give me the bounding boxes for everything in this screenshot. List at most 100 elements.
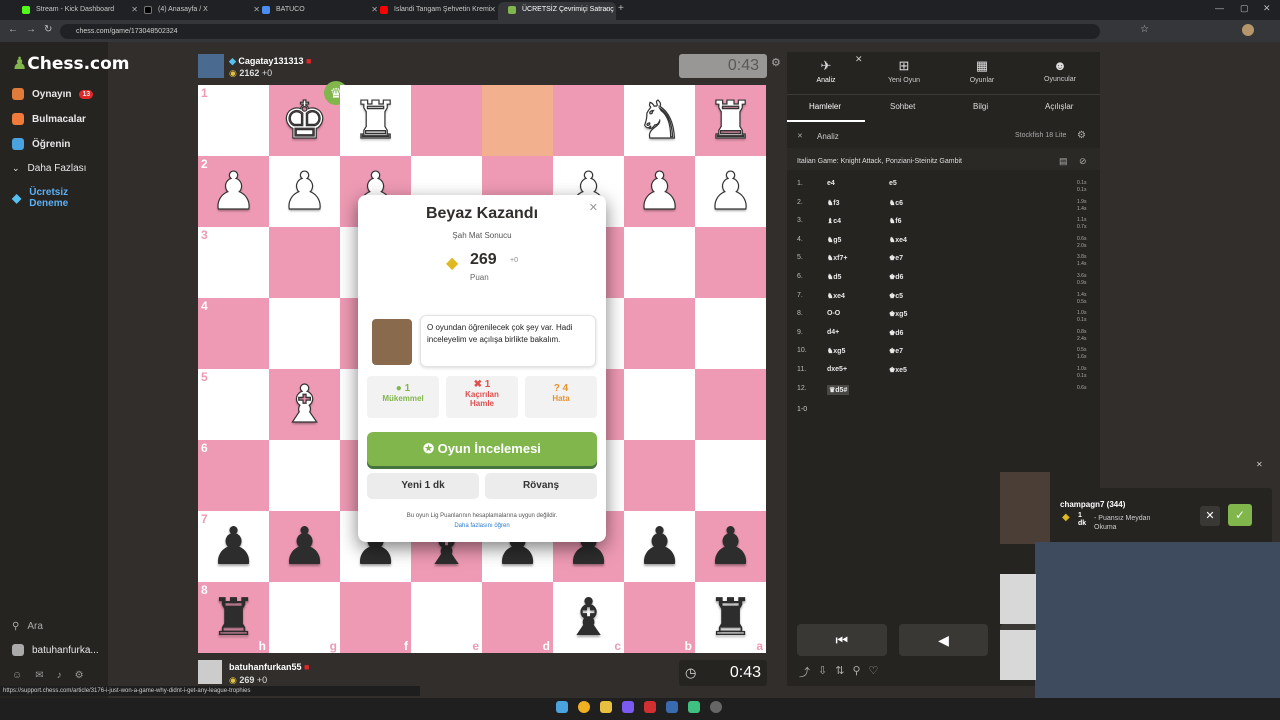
square[interactable]: e [411,582,482,653]
square[interactable]: 5 [198,369,269,440]
rematch-button[interactable]: Rövanş [485,473,597,499]
black-rook-icon[interactable]: ♜ [707,592,754,644]
white-move[interactable]: e4 [827,180,835,187]
url-input[interactable]: chess.com/game/173048502324 [60,24,1100,39]
obs-icon[interactable] [710,701,722,713]
sidebar-search[interactable]: ⚲ Ara [12,621,43,632]
challenge-notification[interactable]: champagn7 (344) ◆ 1 dk - Puansız Meydan … [1050,488,1272,544]
white-rook-icon[interactable]: ♜ [352,94,400,147]
square[interactable] [624,227,695,298]
download-icon[interactable]: ⇩ [818,664,827,680]
square[interactable] [411,85,482,156]
square[interactable] [624,298,695,369]
square[interactable]: 6 [198,440,269,511]
app-icon[interactable] [688,701,700,713]
start-icon[interactable] [556,701,568,713]
square[interactable] [269,227,340,298]
profile-avatar[interactable] [1242,24,1254,36]
white-bishop-icon[interactable]: ♝ [281,378,329,431]
square[interactable] [695,369,766,440]
avatar[interactable] [198,660,222,684]
reload-icon[interactable]: ↻ [44,24,52,35]
square-highlight[interactable] [482,85,553,156]
sidebar-item-puzzles[interactable]: Bulmacalar [12,113,86,125]
square[interactable]: g [269,582,340,653]
discord-icon[interactable] [622,701,634,713]
book-icon[interactable]: ▤ [1059,156,1068,167]
square[interactable] [695,298,766,369]
browser-tab[interactable]: Islandi Tangam Şehvetin Kremi ✕ [370,2,502,20]
square[interactable]: ♞ [624,85,695,156]
accept-button[interactable]: ✓ [1228,504,1252,526]
maximize-icon[interactable]: ▢ [1240,3,1249,14]
square[interactable]: ♟ [695,511,766,582]
black-move[interactable]: ♚e7 [889,347,903,355]
white-move[interactable]: ♞g5 [827,236,841,244]
sidebar-item-free-trial[interactable]: ◆ Ücretsiz Deneme [12,187,92,209]
black-move[interactable]: ♚c5 [889,292,903,300]
square[interactable] [695,440,766,511]
square[interactable]: ♟ [269,156,340,227]
white-king-icon[interactable]: ♚ [281,94,329,147]
square[interactable]: ♜ [340,85,411,156]
sidebar-item-play[interactable]: Oynayın 13 [12,88,94,100]
chrome-icon[interactable] [578,701,590,713]
black-pawn-icon[interactable]: ♟ [210,521,257,573]
square[interactable]: ♟ [624,511,695,582]
square[interactable]: 8 ♜ h [198,582,269,653]
settings-icon[interactable]: ⚙ [75,670,84,681]
flip-icon[interactable]: ⇅ [835,664,844,680]
first-move-button[interactable]: ⏮ [797,624,887,656]
folder-icon[interactable] [600,701,612,713]
browser-tab-active[interactable]: ÜCRETSİZ Çevrimiçi Satranç ✕ [498,2,616,20]
square[interactable]: 3 [198,227,269,298]
white-knight-icon[interactable]: ♞ [636,94,684,147]
white-move[interactable]: dxe5+ [827,366,847,373]
tab-openings[interactable]: Açılışlar [1045,102,1073,111]
white-move[interactable]: ♞xe4 [827,292,845,300]
square[interactable]: ♟ [269,511,340,582]
sidebar-item-learn[interactable]: Öğrenin [12,138,70,150]
tab-moves[interactable]: Hamleler [809,102,841,111]
white-move[interactable]: d4+ [827,329,839,336]
target-icon[interactable]: ⊘ [1079,156,1087,167]
bookmark-icon[interactable]: ☆ [1140,24,1149,35]
square[interactable]: b [624,582,695,653]
black-move[interactable]: ♚xe5 [889,366,907,374]
tab-info[interactable]: Bilgi [973,102,988,111]
minimize-icon[interactable]: — [1215,3,1224,13]
stat-missed[interactable]: ✖ 1 Kaçırılan Hamle [446,376,518,418]
sidebar-user[interactable]: batuhanfurka... [12,644,99,656]
square[interactable]: 2 ♟ [198,156,269,227]
heart-icon[interactable]: ♡ [869,664,879,680]
black-move[interactable]: ♞f6 [889,217,902,225]
square[interactable]: 7 ♟ [198,511,269,582]
stat-mistake[interactable]: ? 4 Hata [525,376,597,418]
avatar[interactable] [198,54,224,78]
square[interactable]: ♝ c [553,582,624,653]
decline-button[interactable]: ✕ [1200,506,1220,526]
gear-icon[interactable]: ⚙ [771,56,781,69]
white-pawn-icon[interactable]: ♟ [210,165,258,218]
square[interactable]: 4 [198,298,269,369]
white-move[interactable]: ♞d5 [827,273,841,281]
bell-icon[interactable]: ♪ [57,670,62,681]
square[interactable] [624,440,695,511]
app-icon[interactable] [644,701,656,713]
black-pawn-icon[interactable]: ♟ [707,521,754,573]
search-icon[interactable]: ⚲ [852,664,860,680]
black-move[interactable]: ♚d6 [889,273,903,281]
square[interactable]: ♜ a [695,582,766,653]
black-rook-icon[interactable]: ♜ [210,592,257,644]
chess-logo[interactable]: ♟Chess.com [12,54,130,74]
white-move[interactable]: ♛d5# [827,384,850,395]
square[interactable] [553,85,624,156]
white-rook-icon[interactable]: ♜ [707,94,755,147]
close-icon[interactable]: ✕ [797,132,803,140]
square[interactable]: 1 [198,85,269,156]
white-pawn-icon[interactable]: ♟ [636,165,684,218]
tab-games[interactable]: ▦ Oyunlar [943,58,1021,84]
gear-icon[interactable]: ⚙ [1077,130,1086,141]
tab-analysis[interactable]: ✈ Analiz [787,58,865,84]
bottom-player-name[interactable]: batuhanfurkan55 ■ [229,662,309,672]
